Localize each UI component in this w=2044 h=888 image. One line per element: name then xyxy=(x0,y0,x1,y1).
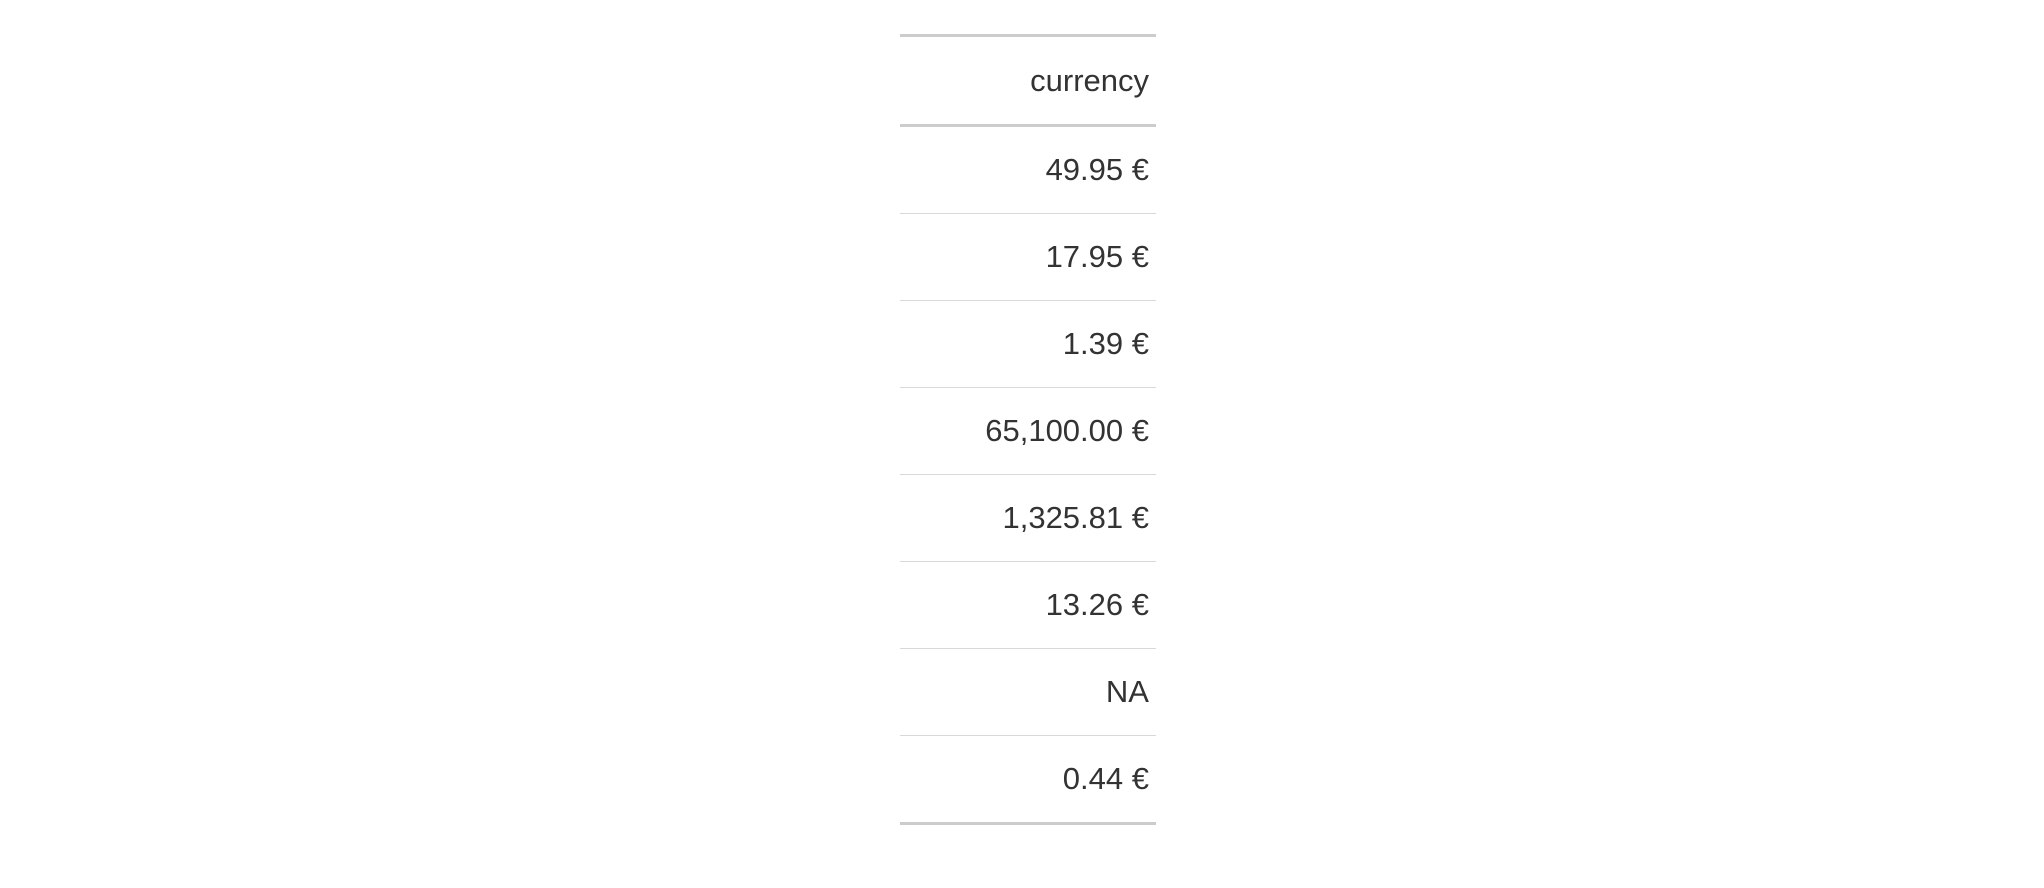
column-header-currency[interactable]: currency xyxy=(900,34,1156,127)
table-body: 49.95 € 17.95 € 1.39 € 65,100.00 € 1,325… xyxy=(900,125,1156,825)
cell-currency-value-na: NA xyxy=(900,648,1156,736)
page-root: currency 49.95 € 17.95 € 1.39 € 65,100.0… xyxy=(0,0,2044,888)
cell-currency-value: 0.44 € xyxy=(900,735,1156,825)
table-row: 1.39 € xyxy=(900,300,1156,388)
table-row: 49.95 € xyxy=(900,125,1156,214)
table-row: 17.95 € xyxy=(900,213,1156,301)
cell-currency-value: 13.26 € xyxy=(900,561,1156,649)
currency-table-container: currency 49.95 € 17.95 € 1.39 € 65,100.0… xyxy=(900,34,1156,825)
table-row: 13.26 € xyxy=(900,561,1156,649)
cell-currency-value: 1.39 € xyxy=(900,300,1156,388)
cell-currency-value: 1,325.81 € xyxy=(900,474,1156,562)
table-header-row: currency xyxy=(900,34,1156,127)
table-row: 1,325.81 € xyxy=(900,474,1156,562)
table-row: 65,100.00 € xyxy=(900,387,1156,475)
cell-currency-value: 65,100.00 € xyxy=(900,387,1156,475)
table-row: 0.44 € xyxy=(900,735,1156,825)
cell-currency-value: 17.95 € xyxy=(900,213,1156,301)
cell-currency-value: 49.95 € xyxy=(900,125,1156,214)
currency-table: currency 49.95 € 17.95 € 1.39 € 65,100.0… xyxy=(900,34,1156,825)
table-head: currency xyxy=(900,34,1156,127)
table-row: NA xyxy=(900,648,1156,736)
